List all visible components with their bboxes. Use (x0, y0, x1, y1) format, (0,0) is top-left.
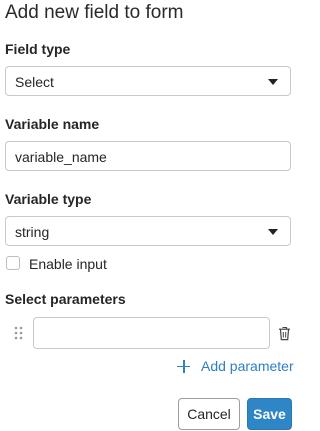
field-type-label: Field type (5, 41, 71, 57)
dialog-title: Add new field to form (5, 2, 184, 23)
save-button[interactable]: Save (247, 398, 292, 430)
variable-type-select[interactable]: string (5, 216, 291, 246)
dialog: Add new field to form Field type Select … (0, 0, 296, 431)
add-parameter-label: Add parameter (201, 358, 294, 374)
drag-handle-icon[interactable] (14, 326, 24, 340)
select-parameters-label: Select parameters (5, 291, 126, 307)
trash-icon[interactable] (278, 326, 291, 341)
enable-input-checkbox[interactable] (6, 256, 20, 270)
caret-down-icon (268, 229, 278, 235)
caret-down-icon (268, 79, 278, 85)
variable-name-label: Variable name (5, 116, 100, 132)
field-type-select[interactable]: Select (5, 66, 291, 96)
add-parameter-button[interactable]: Add parameter (177, 357, 294, 375)
parameter-input[interactable] (33, 317, 270, 349)
variable-type-label: Variable type (5, 191, 92, 207)
variable-type-value: string (15, 224, 50, 240)
variable-name-value: variable_name (15, 149, 107, 165)
plus-icon (177, 359, 190, 373)
field-type-value: Select (15, 74, 54, 90)
cancel-button[interactable]: Cancel (178, 398, 240, 430)
enable-input-label: Enable input (29, 256, 107, 272)
variable-name-input[interactable]: variable_name (5, 141, 291, 171)
